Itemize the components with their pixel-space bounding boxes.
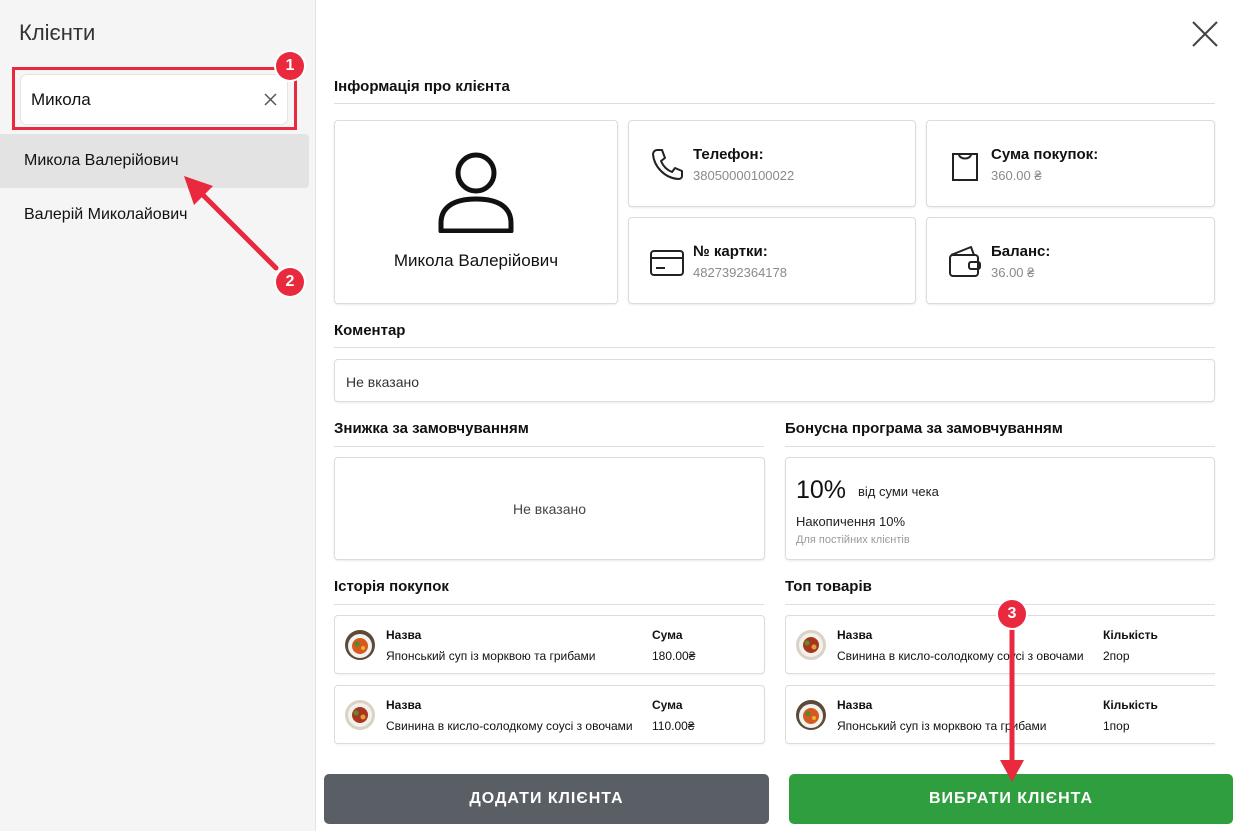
comment-field[interactable]: Не вказано [334,359,1215,402]
divider [334,604,764,605]
top-product-item[interactable]: Назва Японський суп із морквою та грибам… [785,685,1215,744]
phone-value: 38050000100022 [693,168,795,183]
balance-label: Баланс: [991,243,1051,260]
item-name-label: Назва [837,628,873,642]
item-qty: 1пор [1103,719,1130,733]
item-sum: 110.00₴ [652,719,695,733]
divider [334,347,1215,348]
bonus-note: Для постійних клієнтів [796,534,910,546]
card-number-card: № картки: 4827392364178 [628,217,916,304]
item-qty-label: Кількість [1103,628,1158,642]
discount-value: Не вказано [512,501,586,517]
item-qty: 2пор [1103,649,1130,663]
select-client-button[interactable]: ВИБРАТИ КЛІЄНТА [789,774,1233,824]
pork-dish-icon [796,630,826,660]
phone-icon [652,149,683,180]
client-profile-card: Микола Валерійович [334,120,618,304]
discount-card[interactable]: Не вказано [334,457,765,560]
top-products-title: Топ товарів [785,578,872,595]
bonus-of-text: від суми чека [858,484,939,499]
soup-dish-icon [796,700,826,730]
history-item[interactable]: Назва Японський суп із морквою та грибам… [334,615,765,674]
item-name-label: Назва [386,698,422,712]
item-sum-label: Сума [652,628,683,642]
item-name: Свинина в кисло-солодкому соусі з овочам… [837,649,1084,663]
history-list[interactable]: Назва Японський суп із морквою та грибам… [334,614,766,746]
bonus-percent: 10% [796,476,847,504]
balance-card: Баланс: 36.00 ₴ [926,217,1215,304]
history-item[interactable]: Назва Свинина в кисло-солодкому соусі з … [334,685,765,744]
add-client-button[interactable]: ДОДАТИ КЛІЄНТА [324,774,769,824]
item-name: Японський суп із морквою та грибами [837,719,1047,733]
item-name: Японський суп із морквою та грибами [386,649,596,663]
item-name-label: Назва [837,698,873,712]
card-number-value: 4827392364178 [693,265,787,280]
bonus-title: Бонусна програма за замовчуванням [785,420,1063,437]
phone-card: Телефон: 38050000100022 [628,120,916,207]
phone-label: Телефон: [693,146,764,163]
divider [334,103,1215,104]
client-name: Микола Валерійович [393,251,559,270]
divider [785,446,1215,447]
history-title: Історія покупок [334,578,449,595]
user-avatar-icon [438,152,514,233]
top-product-item[interactable]: Назва Свинина в кисло-солодкому соусі з … [785,615,1215,674]
client-info-title: Інформація про клієнта [334,78,510,95]
discount-title: Знижка за замовчуванням [334,420,529,437]
search-highlight-box [12,67,297,130]
pork-dish-icon [345,700,375,730]
item-qty-label: Кількість [1103,698,1158,712]
client-list-item[interactable]: Микола Валерійович [0,134,309,188]
total-purchases-value: 360.00 ₴ [991,168,1042,183]
close-icon[interactable] [1191,20,1219,48]
divider [334,446,764,447]
item-name-label: Назва [386,628,422,642]
client-list-item[interactable]: Валерій Миколайович [0,188,309,242]
item-name: Свинина в кисло-солодкому соусі з овочам… [386,719,633,733]
step-marker-2: 2 [276,268,304,296]
sidebar-title: Клієнти [19,20,96,45]
comment-title: Коментар [334,322,406,339]
comment-value: Не вказано [346,374,420,390]
top-products-list[interactable]: Назва Свинина в кисло-солодкому соусі з … [785,614,1215,746]
soup-dish-icon [345,630,375,660]
balance-value: 36.00 ₴ [991,265,1035,280]
credit-card-icon [650,250,684,276]
wallet-icon [949,246,981,277]
total-purchases-card: Сума покупок: 360.00 ₴ [926,120,1215,207]
bonus-accumulation: Накопичення 10% [796,514,906,529]
shopping-bag-icon [952,153,978,181]
step-marker-1: 1 [276,52,304,80]
item-sum-label: Сума [652,698,683,712]
bonus-card[interactable]: 10% від суми чека Накопичення 10% Для по… [785,457,1215,560]
item-sum: 180.00₴ [652,649,696,663]
total-purchases-label: Сума покупок: [991,146,1099,163]
step-marker-3: 3 [998,600,1026,628]
card-number-label: № картки: [693,243,768,260]
